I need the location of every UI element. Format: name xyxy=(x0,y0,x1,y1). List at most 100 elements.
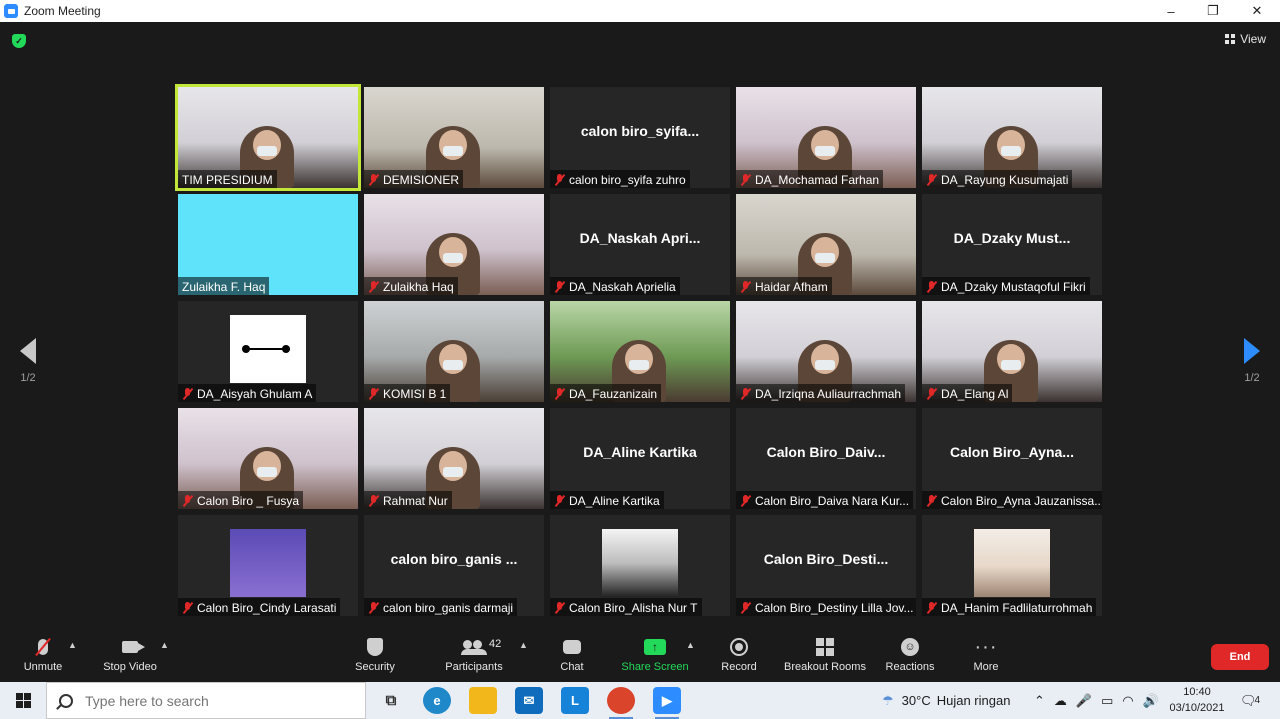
participant-name-label: Calon Biro_Destiny Lilla Jov... xyxy=(736,598,916,616)
participant-name: Haidar Afham xyxy=(755,280,828,294)
reactions-label: Reactions xyxy=(885,661,935,673)
participant-tile[interactable]: DA_Rayung Kusumajati xyxy=(922,87,1102,188)
participant-name-label: calon biro_syifa zuhro xyxy=(550,170,690,188)
next-page-button[interactable]: 1/2 xyxy=(1232,338,1272,384)
participant-name: DA_Hanim Fadlilaturrohmah xyxy=(941,601,1093,615)
taskbar-search-box[interactable] xyxy=(46,682,366,719)
participant-tile[interactable]: KOMISI B 1 xyxy=(364,301,544,402)
mail-icon[interactable]: ✉ xyxy=(515,687,543,714)
participant-name-label: DA_Aline Kartika xyxy=(550,491,664,509)
participant-tile[interactable]: DA_Hanim Fadlilaturrohmah xyxy=(922,515,1102,616)
arrow-right-icon xyxy=(1244,338,1260,364)
microphone-icon[interactable]: 🎤 xyxy=(1076,693,1092,709)
reaction-smiley-icon: ☺ xyxy=(901,638,919,656)
view-button[interactable]: View xyxy=(1225,32,1266,46)
participant-tile[interactable]: Calon Biro_Daiv... Calon Biro_Daiva Nara … xyxy=(736,408,916,509)
profile-picture xyxy=(230,529,306,597)
end-meeting-button[interactable]: End xyxy=(1211,644,1269,670)
participant-display-name: calon biro_ganis ... xyxy=(390,551,518,567)
close-button[interactable]: ✕ xyxy=(1234,0,1280,22)
record-button[interactable]: Record xyxy=(716,636,762,680)
zoom-app-icon[interactable]: ▶ xyxy=(653,687,681,719)
cloud-icon[interactable]: ☁ xyxy=(1054,693,1067,709)
stop-video-button[interactable]: Stop Video xyxy=(100,636,160,680)
participant-tile[interactable]: Calon Biro_Cindy Larasati xyxy=(178,515,358,616)
participant-tile[interactable]: Rahmat Nur xyxy=(364,408,544,509)
participant-name: Calon Biro _ Fusya xyxy=(197,494,300,508)
participant-tile[interactable]: DA_Elang Al xyxy=(922,301,1102,402)
restore-button[interactable]: ❐ xyxy=(1190,0,1236,22)
participant-tile[interactable]: TIM PRESIDIUM xyxy=(175,84,361,191)
participant-tile[interactable]: calon biro_syifa... calon biro_syifa zuhr… xyxy=(550,87,730,188)
unmute-button[interactable]: Unmute xyxy=(18,636,68,680)
participant-tile[interactable]: DA_Fauzanizain xyxy=(550,301,730,402)
more-button[interactable]: ··· More xyxy=(966,636,1006,680)
participant-tile[interactable]: Zulaikha Haq xyxy=(364,194,544,295)
participant-display-name: DA_Aline Kartika xyxy=(583,444,697,460)
participant-tile[interactable]: Haidar Afham xyxy=(736,194,916,295)
chat-bubble-icon xyxy=(563,640,581,654)
participant-tile[interactable]: Calon Biro _ Fusya xyxy=(178,408,358,509)
participant-tile[interactable]: Zulaikha F. Haq xyxy=(178,194,358,295)
weather-widget[interactable]: ☂ 30°C Hujan ringan xyxy=(882,682,1010,719)
participant-name: DA_Rayung Kusumajati xyxy=(941,173,1069,187)
volume-icon[interactable]: 🔊 xyxy=(1143,693,1159,709)
participant-name: KOMISI B 1 xyxy=(383,387,447,401)
participant-name: calon biro_syifa zuhro xyxy=(569,173,686,187)
participant-tile[interactable]: DA_Dzaky Must... DA_Dzaky Mustaqoful Fikr… xyxy=(922,194,1102,295)
participant-tile[interactable]: Calon Biro_Desti... Calon Biro_Destiny Li… xyxy=(736,515,916,616)
chevron-up-icon[interactable]: ⌃ xyxy=(1034,693,1045,709)
participant-tile[interactable]: Calon Biro_Ayna... Calon Biro_Ayna Jauzan… xyxy=(922,408,1102,509)
taskbar-clock[interactable]: 10:40 03/10/2021 xyxy=(1168,684,1226,716)
participant-tile[interactable]: DEMISIONER xyxy=(364,87,544,188)
notifications-button[interactable]: 🗨 4 xyxy=(1240,682,1260,719)
start-button[interactable] xyxy=(0,682,46,719)
wifi-icon[interactable]: ◠ xyxy=(1122,693,1133,709)
participant-name-label: Haidar Afham xyxy=(736,277,832,295)
participant-display-name: Calon Biro_Ayna... xyxy=(950,444,1074,460)
taskbar-search-input[interactable] xyxy=(85,692,345,709)
participant-name-label: calon biro_ganis darmaji xyxy=(364,598,518,616)
participant-tile[interactable]: DA_Aisyah Ghulam A xyxy=(178,301,358,402)
participant-name-label: TIM PRESIDIUM xyxy=(178,170,277,188)
participant-name: Zulaikha F. Haq xyxy=(182,280,266,294)
mic-muted-icon xyxy=(740,281,751,293)
minimize-button[interactable]: – xyxy=(1148,0,1194,22)
file-explorer-icon[interactable] xyxy=(469,687,497,714)
record-label: Record xyxy=(721,661,757,673)
share-options-caret[interactable]: ▲ xyxy=(686,640,695,650)
mic-muted-icon xyxy=(926,602,937,614)
chrome-icon[interactable] xyxy=(607,687,635,719)
video-options-caret[interactable]: ▲ xyxy=(160,640,169,650)
edge-browser-icon[interactable]: e xyxy=(423,687,451,714)
breakout-rooms-button[interactable]: Breakout Rooms xyxy=(782,636,868,680)
clock-date: 03/10/2021 xyxy=(1169,702,1225,714)
task-view-icon[interactable]: ⧉ xyxy=(377,687,405,714)
participant-name-label: DA_Dzaky Mustaqoful Fikri xyxy=(922,277,1090,295)
chat-label: Chat xyxy=(560,661,584,673)
security-button[interactable]: Security xyxy=(350,636,400,680)
mic-muted-icon xyxy=(182,495,193,507)
chat-button[interactable]: Chat xyxy=(550,636,594,680)
participant-name: Calon Biro_Ayna Jauzanissa... xyxy=(941,494,1102,508)
participant-tile[interactable]: calon biro_ganis ... calon biro_ganis dar… xyxy=(364,515,544,616)
share-screen-button[interactable]: ↑ Share Screen xyxy=(620,636,690,680)
participant-tile[interactable]: DA_Aline Kartika DA_Aline Kartika xyxy=(550,408,730,509)
participant-tile[interactable]: DA_Irziqna Auliaurrachmah xyxy=(736,301,916,402)
previous-page-button[interactable]: 1/2 xyxy=(8,338,48,384)
participant-tile[interactable]: Calon Biro_Alisha Nur T xyxy=(550,515,730,616)
participants-options-caret[interactable]: ▲ xyxy=(519,640,528,650)
l-app-icon[interactable]: L xyxy=(561,687,589,714)
encryption-shield-icon[interactable]: ✓ xyxy=(12,34,26,48)
participant-tile[interactable]: DA_Naskah Apri... DA_Naskah Aprielia xyxy=(550,194,730,295)
security-shield-icon xyxy=(367,638,383,656)
participant-name: DA_Irziqna Auliaurrachmah xyxy=(755,387,902,401)
participant-name-label: DA_Aisyah Ghulam A xyxy=(178,384,317,402)
participant-name-label: DA_Rayung Kusumajati xyxy=(922,170,1073,188)
page-indicator-left: 1/2 xyxy=(20,372,36,384)
battery-icon[interactable]: ▭ xyxy=(1101,693,1113,709)
audio-options-caret[interactable]: ▲ xyxy=(68,640,77,650)
participant-tile[interactable]: DA_Mochamad Farhan xyxy=(736,87,916,188)
reactions-button[interactable]: ☺ Reactions xyxy=(884,636,936,680)
participant-name: DEMISIONER xyxy=(383,173,460,187)
